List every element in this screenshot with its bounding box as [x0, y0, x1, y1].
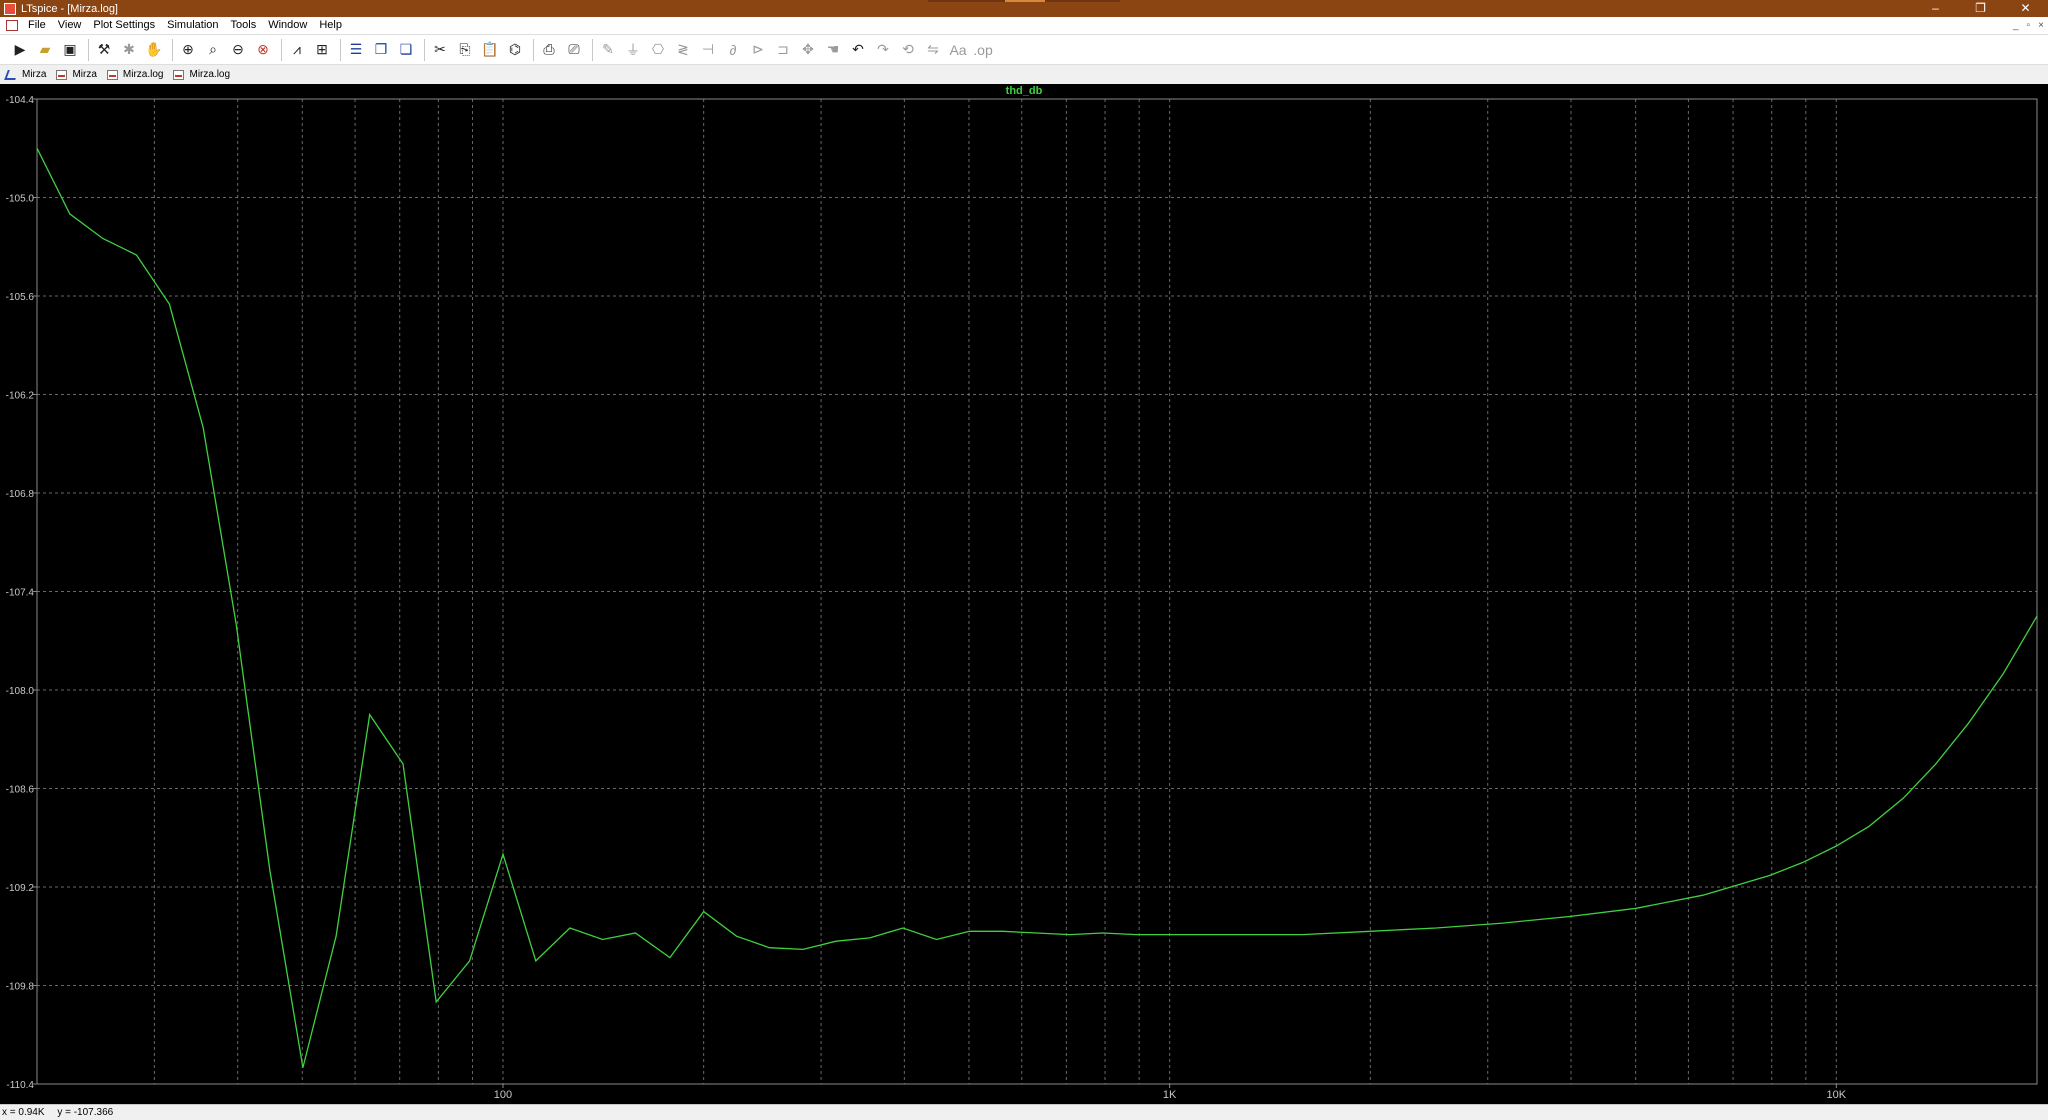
y-tick-label: -104.4 [6, 95, 35, 106]
mirror-icon[interactable]: ⇋ [922, 39, 944, 61]
tab-mirza-plot[interactable]: Mirza [56, 69, 97, 80]
toolbar-separator [172, 38, 173, 61]
halt-icon[interactable]: ✱ [118, 39, 140, 61]
find-icon[interactable]: ⌬ [504, 39, 526, 61]
menu-simulation[interactable]: Simulation [161, 17, 224, 34]
zoom-out-icon[interactable]: ⊖ [227, 39, 249, 61]
y-tick-label: -105.6 [6, 292, 35, 303]
control-panel-icon[interactable]: ⚒ [93, 39, 115, 61]
ltspice-app-icon[interactable] [4, 2, 16, 15]
print-icon[interactable]: ⎙ [538, 39, 560, 61]
tab-mirza-schematic[interactable]: Mirza [4, 69, 47, 80]
schematic-icon [4, 69, 19, 80]
wire-icon[interactable]: ✎ [597, 39, 619, 61]
component-icon[interactable]: ⊐ [772, 39, 794, 61]
mdi-controls: _ ▫ × [2013, 17, 2044, 34]
tile-vertical-icon[interactable]: ⊞ [311, 39, 333, 61]
mdi-restore-button[interactable]: ▫ [2027, 17, 2031, 34]
redo-icon[interactable]: ↷ [872, 39, 894, 61]
waveform-plot-pane[interactable]: thd_db -104.4 -105.0 -105.6 -106.2 -106.8 -10… [0, 84, 2048, 1104]
x-tick-label: 100 [494, 1089, 512, 1101]
close-button[interactable]: ✕ [2003, 0, 2048, 17]
toolbar-separator [424, 38, 425, 61]
diode-icon[interactable]: ⊳ [747, 39, 769, 61]
plot-icon [56, 69, 68, 80]
y-tick-label: -109.8 [6, 982, 35, 993]
plot-icon [173, 69, 185, 80]
ground-icon[interactable]: ⏚ [622, 39, 644, 61]
paste-icon[interactable]: 📋 [479, 39, 501, 61]
inductor-icon[interactable]: ∂ [722, 39, 744, 61]
cursor-x-readout: x = 0.94K [2, 1107, 45, 1118]
copy-icon[interactable]: ⎘ [454, 39, 476, 61]
zoom-full-icon[interactable]: ⊗ [252, 39, 274, 61]
undo-icon[interactable]: ↶ [847, 39, 869, 61]
spice-directive-icon[interactable]: .op [972, 39, 994, 61]
move-icon[interactable]: ✥ [797, 39, 819, 61]
window-controls: – ❐ ✕ [1913, 0, 2048, 17]
label-icon[interactable]: ⎔ [647, 39, 669, 61]
y-tick-label: -106.8 [6, 489, 35, 500]
toolbar-separator [592, 38, 593, 61]
zoom-area-icon[interactable]: ⌕ [202, 39, 224, 61]
toolbar: ▶ ▰ ▣ ⚒ ✱ ✋ ⊕ ⌕ ⊖ ⊗ ⩘ ⊞ ☰ ❐ ❏ ✂ ⎘ 📋 ⌬ ⎙ … [0, 34, 2048, 65]
status-bar: x = 0.94K y = -107.366 [0, 1104, 2048, 1120]
rotate-icon[interactable]: ⟲ [897, 39, 919, 61]
menu-bar: File View Plot Settings Simulation Tools… [0, 17, 2048, 34]
text-icon[interactable]: Aa [947, 39, 969, 61]
capacitor-icon[interactable]: ⊣ [697, 39, 719, 61]
run-icon[interactable]: ▶ [9, 39, 31, 61]
autorange-icon[interactable]: ⩘ [286, 39, 308, 61]
tile-horizontal-icon[interactable]: ☰ [345, 39, 367, 61]
toolbar-separator [88, 38, 89, 61]
pan-icon[interactable]: ✋ [143, 39, 165, 61]
x-tick-label: 10K [1827, 1089, 1847, 1101]
tab-label: Mirza.log [189, 69, 231, 80]
plot-icon [106, 69, 118, 80]
y-tick-label: -105.0 [6, 194, 35, 205]
x-tick-label: 1K [1163, 1089, 1177, 1101]
drag-icon[interactable]: ☚ [822, 39, 844, 61]
cut-icon[interactable]: ✂ [429, 39, 451, 61]
save-icon[interactable]: ▣ [59, 39, 81, 61]
menu-tools[interactable]: Tools [225, 17, 263, 34]
document-tabs: Mirza Mirza Mirza.log Mirza.log [0, 65, 2048, 84]
cascade-alt-icon[interactable]: ❏ [395, 39, 417, 61]
toolbar-separator [533, 38, 534, 61]
y-tick-label: -108.6 [6, 785, 35, 796]
menu-window[interactable]: Window [262, 17, 313, 34]
y-tick-label: -107.4 [6, 588, 35, 599]
menu-file[interactable]: File [22, 17, 52, 34]
menu-plot-settings[interactable]: Plot Settings [87, 17, 161, 34]
tab-label: Mirza [22, 69, 47, 80]
document-system-menu-icon[interactable] [6, 20, 18, 31]
waveform-chart[interactable]: -104.4 -105.0 -105.6 -106.2 -106.8 -107.4 -108… [0, 84, 2048, 1104]
zoom-in-icon[interactable]: ⊕ [177, 39, 199, 61]
window-title-bar: LTspice - [Mirza.log] – ❐ ✕ [0, 0, 2048, 17]
window-title: LTspice - [Mirza.log] [21, 2, 118, 15]
menu-help[interactable]: Help [313, 17, 348, 34]
open-icon[interactable]: ▰ [34, 39, 56, 61]
toolbar-separator [281, 38, 282, 61]
taskbar-hint-accent [1005, 0, 1045, 2]
y-tick-label: -106.2 [6, 391, 35, 402]
tab-mirza-log[interactable]: Mirza.log [173, 69, 230, 80]
resistor-icon[interactable]: ≷ [672, 39, 694, 61]
y-tick-label: -110.4 [6, 1080, 34, 1091]
mdi-minimize-button[interactable]: _ [2013, 17, 2019, 34]
thd-db-trace[interactable] [36, 147, 2038, 1068]
print-preview-icon[interactable]: ⎚ [563, 39, 585, 61]
tab-label: Mirza [72, 69, 97, 80]
y-tick-label: -109.2 [6, 883, 35, 894]
menu-view[interactable]: View [52, 17, 88, 34]
mdi-close-button[interactable]: × [2038, 17, 2044, 34]
cursor-y-readout: y = -107.366 [57, 1107, 114, 1118]
toolbar-separator [340, 38, 341, 61]
minimize-button[interactable]: – [1913, 0, 1958, 17]
tab-mirza-log-active[interactable]: Mirza.log [106, 69, 164, 80]
restore-button[interactable]: ❐ [1958, 0, 2003, 17]
cascade-icon[interactable]: ❐ [370, 39, 392, 61]
y-tick-label: -108.0 [6, 686, 35, 697]
tab-label: Mirza.log [122, 69, 164, 80]
